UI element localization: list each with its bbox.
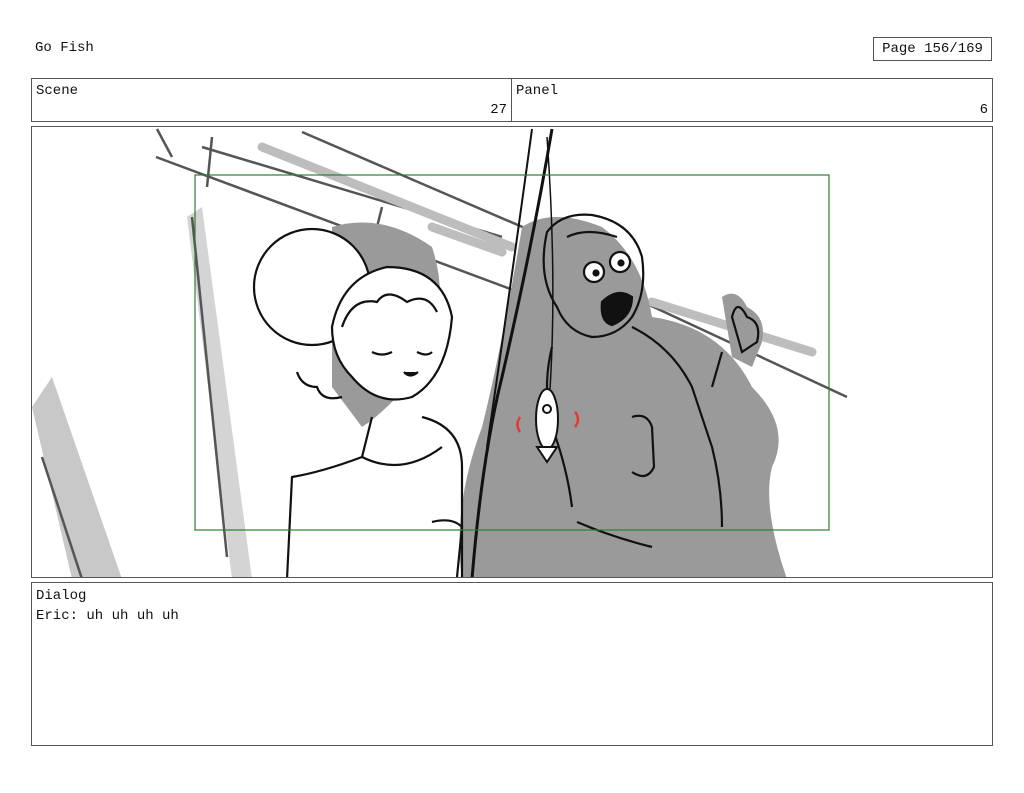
scene-field: Scene 27 xyxy=(31,78,512,122)
dangling-fish xyxy=(535,388,559,464)
page-indicator: Page 156/169 xyxy=(873,37,992,61)
panel-number: 6 xyxy=(979,102,988,118)
dialog-text: Eric: uh uh uh uh xyxy=(36,608,179,624)
project-title: Go Fish xyxy=(35,40,94,56)
panel-field: Panel 6 xyxy=(511,78,993,122)
panel-label: Panel xyxy=(516,83,559,99)
dialog-label: Dialog xyxy=(36,588,87,604)
scene-label: Scene xyxy=(36,83,79,99)
dialog-box: Dialog Eric: uh uh uh uh xyxy=(31,582,993,746)
storyboard-sketch xyxy=(32,128,848,577)
background-wash-left xyxy=(32,377,122,577)
storyboard-frame xyxy=(31,126,993,578)
scene-number: 27 xyxy=(490,102,507,118)
